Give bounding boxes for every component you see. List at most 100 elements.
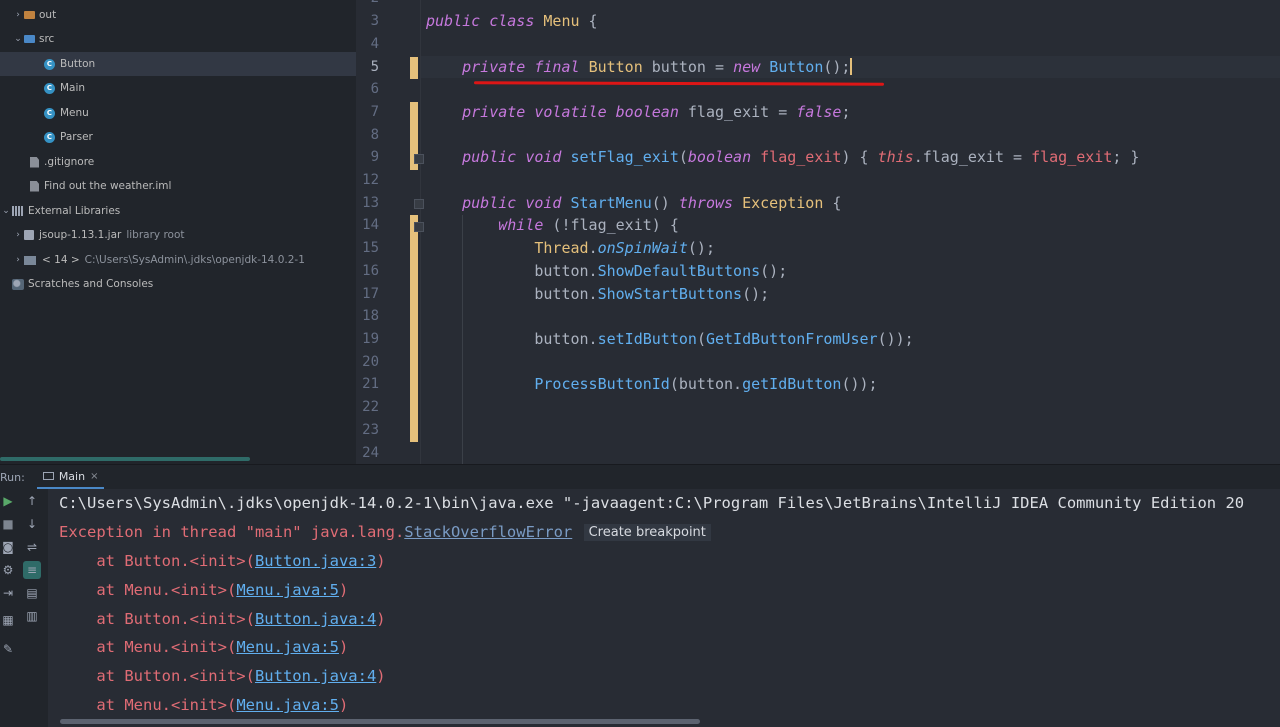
jar-icon bbox=[24, 230, 34, 240]
line-number: 13 bbox=[362, 195, 379, 211]
tree-item-label: Parser bbox=[60, 131, 93, 143]
rerun-icon[interactable]: ▶ bbox=[1, 494, 15, 508]
tree-item-label: Menu bbox=[60, 107, 89, 119]
change-marker[interactable] bbox=[410, 57, 418, 79]
code-line-7: private volatile boolean flag_exit = fal… bbox=[462, 103, 851, 121]
fold-icon[interactable] bbox=[414, 154, 424, 164]
console-command-line: C:\Users\SysAdmin\.jdks\openjdk-14.0.2-1… bbox=[59, 494, 1245, 512]
source-link[interactable]: Menu.java:5 bbox=[236, 638, 339, 656]
tree-item-scratches[interactable]: Scratches and Consoles bbox=[0, 272, 356, 296]
tree-item-src[interactable]: ⌄ src bbox=[0, 27, 356, 51]
line-number: 4 bbox=[370, 36, 379, 52]
fold-icon[interactable] bbox=[414, 199, 424, 209]
code-line-17: button.ShowStartButtons(); bbox=[534, 285, 770, 303]
source-link[interactable]: Button.java:3 bbox=[255, 552, 376, 570]
line-number: 19 bbox=[362, 331, 379, 347]
tree-item-label: out bbox=[39, 9, 57, 21]
class-icon: C bbox=[44, 58, 55, 70]
line-number: 23 bbox=[362, 422, 379, 438]
chevron-right-icon[interactable]: › bbox=[12, 10, 24, 20]
stack-trace-line: at Button.<init>(Button.java:4) bbox=[59, 610, 386, 628]
tree-item-label: src bbox=[39, 33, 55, 45]
close-icon[interactable]: × bbox=[90, 471, 98, 482]
editor-gutter: 2 3 4 5 6 7 8 9 12 13 14 15 16 17 18 19 … bbox=[356, 0, 424, 464]
line-number: 18 bbox=[362, 308, 379, 324]
line-number: 20 bbox=[362, 354, 379, 370]
exception-class-link[interactable]: StackOverflowError bbox=[404, 523, 572, 541]
arrow-up-icon[interactable]: ↑ bbox=[25, 494, 39, 508]
line-number: 2 bbox=[356, 0, 379, 6]
code-line-9: public void setFlag_exit(boolean flag_ex… bbox=[462, 148, 1140, 166]
tree-item-label: External Libraries bbox=[28, 205, 121, 217]
tree-item-main-class[interactable]: C Main bbox=[0, 76, 356, 100]
text-cursor bbox=[850, 58, 853, 75]
tree-item-label: .gitignore bbox=[44, 156, 95, 168]
tree-item-iml[interactable]: Find out the weather.iml bbox=[0, 174, 356, 198]
tree-item-label: Button bbox=[60, 58, 96, 70]
pin-icon[interactable]: ✎ bbox=[1, 642, 15, 656]
chevron-down-icon[interactable]: ⌄ bbox=[12, 34, 24, 44]
console-exception-line: Exception in thread "main" java.lang.Sta… bbox=[59, 523, 711, 541]
scroll-to-end-icon[interactable]: ≡ bbox=[23, 561, 41, 579]
project-scrollbar[interactable] bbox=[0, 457, 250, 461]
line-number: 24 bbox=[362, 445, 379, 461]
print-icon[interactable]: ▤ bbox=[25, 586, 39, 600]
console-horizontal-scrollbar[interactable] bbox=[60, 719, 700, 724]
line-number: 5 bbox=[370, 59, 379, 75]
chevron-right-icon[interactable]: › bbox=[12, 230, 24, 240]
chevron-right-icon[interactable]: › bbox=[12, 255, 24, 265]
tree-item-jsoup[interactable]: › jsoup-1.13.1.jar library root bbox=[0, 223, 356, 247]
code-line-14: while (!flag_exit) { bbox=[498, 216, 679, 234]
scratches-icon bbox=[12, 278, 24, 290]
file-icon bbox=[30, 180, 39, 192]
console-output[interactable]: C:\Users\SysAdmin\.jdks\openjdk-14.0.2-1… bbox=[48, 489, 1280, 727]
change-marker[interactable] bbox=[410, 215, 418, 442]
chevron-down-icon[interactable]: ⌄ bbox=[0, 206, 12, 216]
project-tree-panel: › out ⌄ src C Button C Main C Menu C Par… bbox=[0, 0, 356, 464]
code-line-19: button.setIdButton(GetIdButtonFromUser()… bbox=[534, 330, 914, 348]
stop-icon[interactable]: ■ bbox=[1, 517, 15, 531]
tree-item-button-class[interactable]: C Button bbox=[0, 52, 356, 76]
run-label: Run: bbox=[0, 470, 25, 484]
sdk-icon bbox=[24, 255, 36, 265]
run-tab-label: Main bbox=[58, 469, 86, 483]
class-icon: C bbox=[44, 131, 55, 143]
source-link[interactable]: Menu.java:5 bbox=[236, 696, 339, 714]
fold-icon[interactable] bbox=[414, 222, 424, 232]
line-number: 21 bbox=[362, 376, 379, 392]
tree-item-menu-class[interactable]: C Menu bbox=[0, 101, 356, 125]
line-number: 7 bbox=[370, 104, 379, 120]
source-link[interactable]: Button.java:4 bbox=[255, 667, 376, 685]
stack-trace-line: at Button.<init>(Button.java:4) bbox=[59, 667, 386, 685]
class-icon: C bbox=[44, 82, 55, 94]
console-icon bbox=[42, 472, 54, 480]
arrow-down-icon[interactable]: ↓ bbox=[25, 517, 39, 531]
line-number: 22 bbox=[362, 399, 379, 415]
stack-trace-line: at Menu.<init>(Menu.java:5) bbox=[59, 696, 349, 714]
tree-item-suffix: C:\Users\SysAdmin\.jdks\openjdk-14.0.2-1 bbox=[84, 254, 305, 266]
code-line-21: ProcessButtonId(button.getIdButton()); bbox=[534, 375, 878, 393]
camera-icon[interactable]: ◙ bbox=[1, 540, 15, 554]
line-number: 15 bbox=[362, 240, 379, 256]
stack-trace-line: at Menu.<init>(Menu.java:5) bbox=[59, 638, 349, 656]
soft-wrap-icon[interactable]: ⇌ bbox=[25, 540, 39, 554]
line-number: 3 bbox=[370, 13, 379, 29]
tree-item-gitignore[interactable]: .gitignore bbox=[0, 150, 356, 174]
code-editor[interactable]: 2 3 4 5 6 7 8 9 12 13 14 15 16 17 18 19 … bbox=[356, 0, 1280, 464]
layout-icon[interactable]: ▦ bbox=[1, 613, 15, 627]
tree-item-out[interactable]: › out bbox=[0, 3, 356, 27]
source-link[interactable]: Menu.java:5 bbox=[236, 581, 339, 599]
tree-item-suffix: library root bbox=[126, 229, 185, 241]
tree-item-parser-class[interactable]: C Parser bbox=[0, 125, 356, 149]
settings-icon[interactable]: ⚙ bbox=[1, 563, 15, 577]
folder-icon bbox=[24, 35, 35, 43]
line-number: 9 bbox=[370, 149, 379, 165]
source-link[interactable]: Button.java:4 bbox=[255, 610, 376, 628]
tree-item-external-libraries[interactable]: ⌄ External Libraries bbox=[0, 199, 356, 223]
exit-icon[interactable]: ⇥ bbox=[1, 586, 15, 600]
trash-icon[interactable]: ▥ bbox=[25, 609, 39, 623]
code-line-15: Thread.onSpinWait(); bbox=[534, 239, 715, 257]
create-breakpoint-link[interactable]: Create breakpoint bbox=[583, 524, 711, 541]
run-tab-main[interactable]: Main × bbox=[36, 465, 105, 489]
tree-item-jdk[interactable]: › < 14 > C:\Users\SysAdmin\.jdks\openjdk… bbox=[0, 248, 356, 272]
